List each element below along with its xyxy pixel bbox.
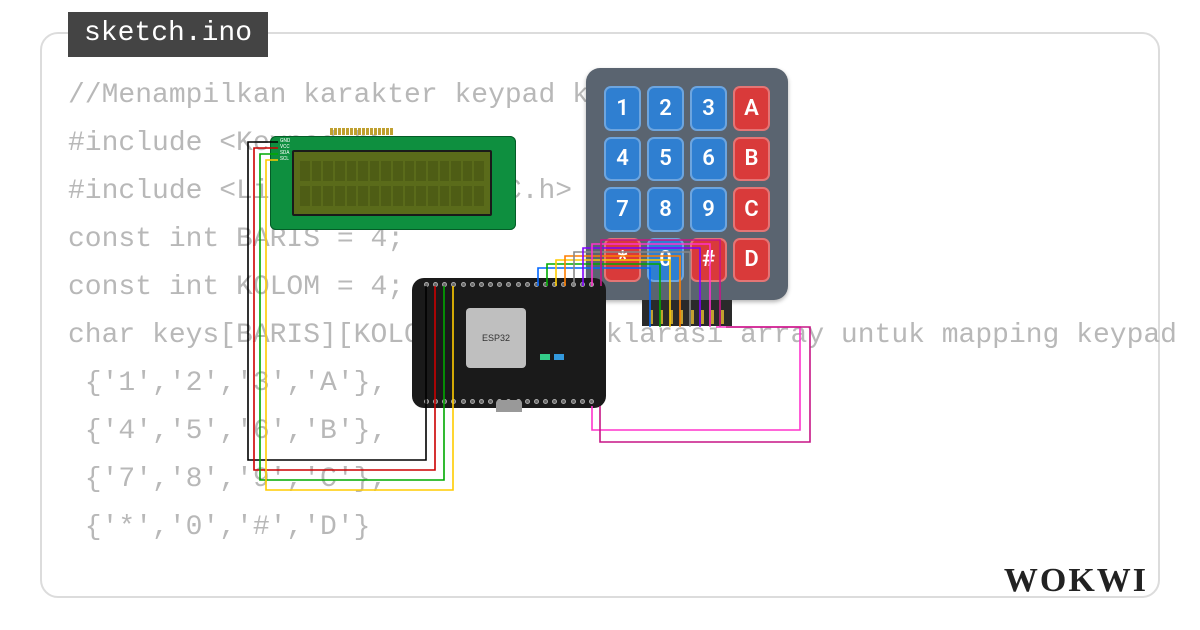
keypad-key-5[interactable]: 5	[647, 137, 684, 182]
keypad-connector	[642, 300, 732, 326]
esp32-pins-top	[424, 282, 594, 287]
keypad-key-3[interactable]: 3	[690, 86, 727, 131]
keypad-module[interactable]: 123A 456B 789C *0#D	[586, 68, 788, 300]
lcd-pin-header	[330, 128, 393, 135]
keypad-key-7[interactable]: 7	[604, 187, 641, 232]
keypad-key-B[interactable]: B	[733, 137, 770, 182]
lcd-i2c-pins: GNDVCCSDASCL	[280, 138, 290, 162]
keypad-key-8[interactable]: 8	[647, 187, 684, 232]
esp32-board[interactable]: ESP32	[412, 278, 606, 408]
keypad-key-4[interactable]: 4	[604, 137, 641, 182]
keypad-key-*[interactable]: *	[604, 238, 641, 283]
lcd-module[interactable]: GNDVCCSDASCL	[270, 136, 516, 230]
keypad-key-#[interactable]: #	[690, 238, 727, 283]
esp32-chip: ESP32	[466, 308, 526, 368]
circuit-schematic[interactable]: GNDVCCSDASCL 123A456B789C*0#D ESP32	[240, 130, 940, 550]
keypad-key-1[interactable]: 1	[604, 86, 641, 131]
filename-tab[interactable]: sketch.ino	[68, 12, 268, 57]
keypad-key-6[interactable]: 6	[690, 137, 727, 182]
keypad-key-2[interactable]: 2	[647, 86, 684, 131]
esp32-led-icon	[554, 354, 564, 360]
keypad-key-A[interactable]: A	[733, 86, 770, 131]
keypad-key-D[interactable]: D	[733, 238, 770, 283]
esp32-led-icon	[540, 354, 550, 360]
wokwi-logo: WOKWI	[1004, 562, 1148, 600]
keypad-key-9[interactable]: 9	[690, 187, 727, 232]
esp32-usb-icon	[496, 400, 522, 412]
lcd-screen	[292, 150, 492, 216]
keypad-grid: 123A 456B 789C *0#D	[604, 86, 770, 282]
keypad-key-0[interactable]: 0	[647, 238, 684, 283]
keypad-key-C[interactable]: C	[733, 187, 770, 232]
